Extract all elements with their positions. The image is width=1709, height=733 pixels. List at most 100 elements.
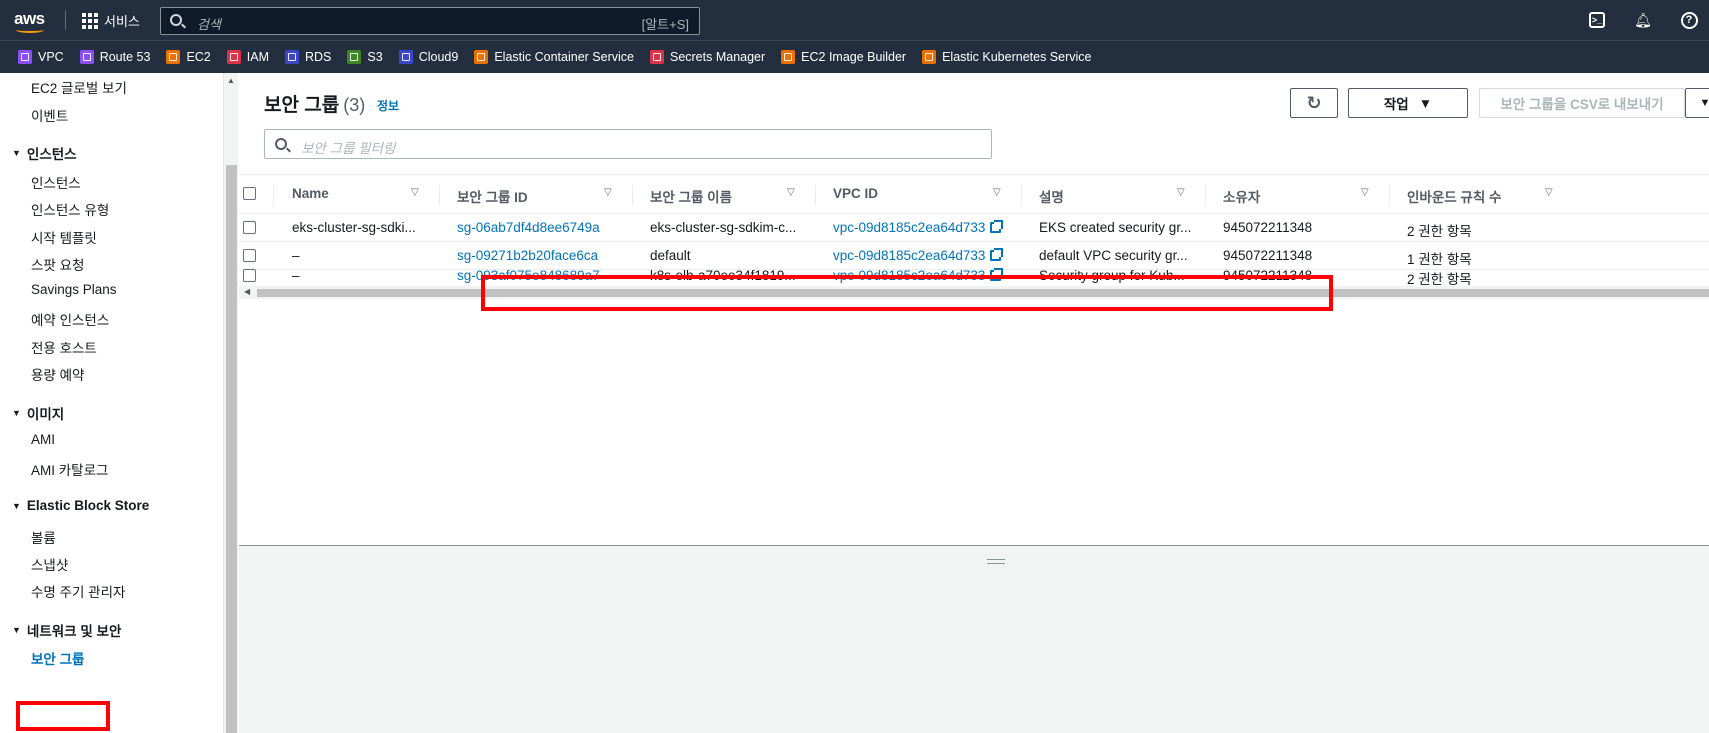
sort-icon[interactable]: ▽ <box>1545 187 1553 198</box>
cell-sg-id-link[interactable]: sg-09271b2b20face6ca <box>457 248 598 263</box>
column-header-vpc-id[interactable]: VPC ID <box>833 186 878 201</box>
table-row[interactable]: – sg-093af075e848689a7 k8s-elb-a70ee34f1… <box>239 268 1709 287</box>
aws-logo[interactable]: aws <box>14 9 45 29</box>
favorite-item[interactable]: Cloud9 <box>398 50 458 64</box>
row-checkbox[interactable] <box>243 269 256 282</box>
sidebar-item-launch-templates[interactable]: 시작 템플릿 <box>31 227 97 247</box>
favorite-item[interactable]: Elastic Kubernetes Service <box>922 50 1091 64</box>
service-icon <box>166 50 181 64</box>
refresh-icon: ↻ <box>1306 92 1322 113</box>
split-panel-divider[interactable] <box>239 545 1709 546</box>
sort-icon[interactable]: ▽ <box>604 187 612 198</box>
sidebar-item-lifecycle-manager[interactable]: 수명 주기 관리자 <box>31 581 125 601</box>
favorite-item[interactable]: Elastic Container Service <box>474 50 634 64</box>
table-horizontal-scrollbar[interactable]: ◀ <box>239 286 1709 299</box>
select-all-checkbox[interactable] <box>243 187 256 200</box>
favorite-item[interactable]: Route 53 <box>79 50 150 64</box>
favorite-label: Elastic Container Service <box>494 50 634 64</box>
sidebar-scrollbar[interactable]: ▲ <box>223 73 238 733</box>
favorite-item[interactable]: IAM <box>226 50 269 64</box>
favorite-item[interactable]: S3 <box>347 50 383 64</box>
column-divider[interactable] <box>439 185 440 205</box>
sort-icon[interactable]: ▽ <box>993 187 1001 198</box>
sidebar-item-dedicated-hosts[interactable]: 전용 호스트 <box>31 337 97 357</box>
sidebar-item-events[interactable]: 이벤트 <box>31 105 68 125</box>
column-header-owner[interactable]: 소유자 <box>1223 186 1260 206</box>
sidebar-scroll-thumb[interactable] <box>226 165 237 733</box>
table-scroll-thumb[interactable] <box>257 289 1709 297</box>
cell-description: default VPC security gr... <box>1039 248 1188 263</box>
column-header-inbound-rules[interactable]: 인바운드 규칙 수 <box>1407 186 1501 206</box>
row-checkbox[interactable] <box>243 221 256 234</box>
column-header-sg-id[interactable]: 보안 그룹 ID <box>457 186 528 206</box>
help-icon[interactable]: ? <box>1679 10 1699 30</box>
page-count: (3) <box>343 95 366 115</box>
column-header-sg-name[interactable]: 보안 그룹 이름 <box>650 186 732 206</box>
sidebar-item-snapshots[interactable]: 스냅샷 <box>31 554 68 574</box>
column-divider[interactable] <box>1389 185 1390 205</box>
caret-down-icon: ▼ <box>1699 97 1709 109</box>
sidebar-item-instance-types[interactable]: 인스턴스 유형 <box>31 199 109 219</box>
column-header-name[interactable]: Name <box>292 186 329 201</box>
cell-sg-id-link[interactable]: sg-06ab7df4d8ee6749a <box>457 220 600 235</box>
favorite-item[interactable]: EC2 <box>166 50 211 64</box>
table-row[interactable]: eks-cluster-sg-sdki... sg-06ab7df4d8ee67… <box>239 214 1709 242</box>
cell-name: – <box>292 268 300 283</box>
row-checkbox[interactable] <box>243 249 256 262</box>
cell-sg-id-link[interactable]: sg-093af075e848689a7 <box>457 268 600 283</box>
scroll-left-arrow-icon[interactable]: ◀ <box>244 287 250 296</box>
global-search-input[interactable]: 검색 [알트+S] <box>160 7 700 35</box>
sidebar-group-ebs[interactable]: ▼ Elastic Block Store <box>12 498 149 513</box>
sidebar-group-images[interactable]: ▼ 이미지 <box>12 403 64 423</box>
favorite-item[interactable]: Secrets Manager <box>649 50 765 64</box>
sidebar-item-ami-catalog[interactable]: AMI 카탈로그 <box>31 459 108 479</box>
sidebar-item-security-groups[interactable]: 보안 그룹 <box>31 648 84 668</box>
sidebar-group-network-security[interactable]: ▼ 네트워크 및 보안 <box>12 620 121 640</box>
filter-placeholder: 보안 그룹 필터링 <box>301 141 396 156</box>
favorite-item[interactable]: RDS <box>285 50 331 64</box>
sort-icon[interactable]: ▽ <box>1361 187 1369 198</box>
sidebar-group-label: 네트워크 및 보안 <box>26 624 122 639</box>
external-link-icon[interactable] <box>990 248 1004 261</box>
sidebar-item-ec2-global-view[interactable]: EC2 글로벌 보기 <box>31 77 127 97</box>
sidebar-item-reserved-instances[interactable]: 예약 인스턴스 <box>31 309 109 329</box>
cell-vpc-id-link[interactable]: vpc-09d8185c2ea64d733 <box>833 268 1004 283</box>
sidebar-item-savings-plans[interactable]: Savings Plans <box>31 282 117 297</box>
vpc-id-text[interactable]: vpc-09d8185c2ea64d733 <box>833 248 985 263</box>
actions-button[interactable]: 작업 ▼ <box>1348 88 1468 118</box>
cell-sg-name: default <box>650 248 691 263</box>
sidebar-item-instances[interactable]: 인스턴스 <box>31 172 81 192</box>
filter-input[interactable]: 보안 그룹 필터링 <box>264 129 992 159</box>
column-divider[interactable] <box>815 185 816 205</box>
sort-icon[interactable]: ▽ <box>1177 187 1185 198</box>
sidebar-item-capacity-reservations[interactable]: 용량 예약 <box>31 364 84 384</box>
services-menu-button[interactable]: 서비스 <box>82 11 140 30</box>
column-header-description[interactable]: 설명 <box>1039 186 1064 206</box>
export-dropdown-button[interactable]: ▼ <box>1685 88 1709 118</box>
refresh-button[interactable]: ↻ <box>1290 88 1338 118</box>
column-divider[interactable] <box>1205 185 1206 205</box>
sort-icon[interactable]: ▽ <box>787 187 795 198</box>
sidebar-item-ami[interactable]: AMI <box>31 432 55 447</box>
sort-icon[interactable]: ▽ <box>411 187 419 198</box>
export-csv-button[interactable]: 보안 그룹을 CSV로 내보내기 <box>1479 88 1685 118</box>
bell-icon[interactable]: 🔔︎ <box>1633 10 1653 30</box>
sidebar-group-instances[interactable]: ▼ 인스턴스 <box>12 143 77 163</box>
sidebar-item-spot-requests[interactable]: 스팟 요청 <box>31 254 84 274</box>
cell-vpc-id-link[interactable]: vpc-09d8185c2ea64d733 <box>833 248 1004 263</box>
scroll-up-arrow-icon[interactable]: ▲ <box>227 76 235 85</box>
external-link-icon[interactable] <box>990 220 1004 233</box>
favorite-item[interactable]: EC2 Image Builder <box>781 50 906 64</box>
vpc-id-text[interactable]: vpc-09d8185c2ea64d733 <box>833 220 985 235</box>
info-link[interactable]: 정보 <box>377 97 399 114</box>
column-divider[interactable] <box>632 185 633 205</box>
resize-handle-icon[interactable] <box>987 559 1005 564</box>
column-divider[interactable] <box>1021 185 1022 205</box>
cloudshell-icon[interactable]: >_ <box>1587 10 1607 30</box>
cell-vpc-id-link[interactable]: vpc-09d8185c2ea64d733 <box>833 220 1004 235</box>
sidebar-item-volumes[interactable]: 볼륨 <box>31 527 56 547</box>
table-row[interactable]: – sg-09271b2b20face6ca default vpc-09d81… <box>239 242 1709 270</box>
vpc-id-text[interactable]: vpc-09d8185c2ea64d733 <box>833 268 985 283</box>
external-link-icon[interactable] <box>990 268 1004 281</box>
favorite-item[interactable]: VPC <box>18 50 64 64</box>
